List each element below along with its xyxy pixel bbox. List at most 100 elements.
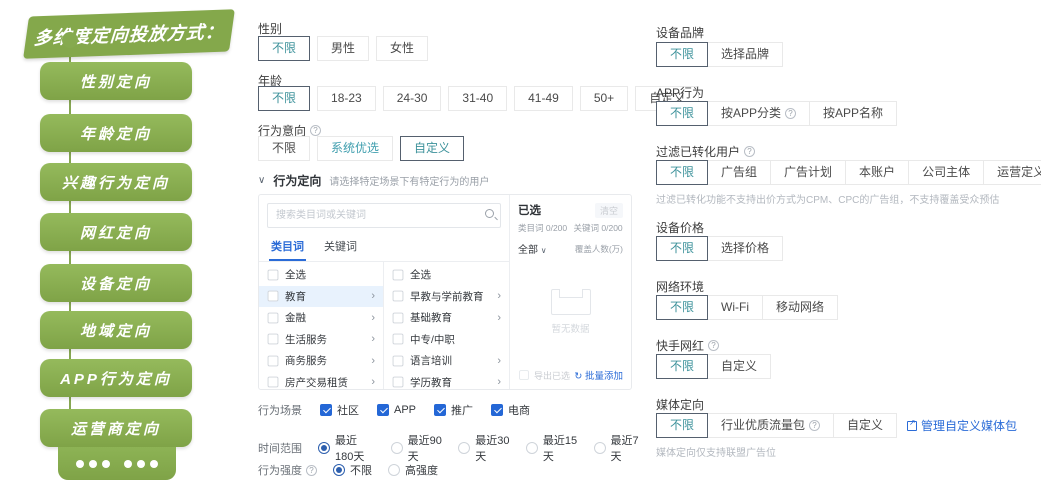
tree-row-education[interactable]: 教育 › [259, 286, 383, 308]
gender-option-unlimited[interactable]: 不限 [258, 36, 310, 61]
checkbox[interactable] [268, 291, 279, 302]
checkbox[interactable] [393, 355, 404, 366]
tree-row-select-all[interactable]: 全选 [259, 264, 383, 286]
age-option-unlimited[interactable]: 不限 [258, 86, 310, 111]
search-input[interactable] [267, 203, 501, 228]
time-option-90d[interactable]: 最近90天 [391, 432, 443, 464]
sidebar-item-device[interactable]: 设备定向 [40, 264, 192, 302]
tree-row-real-estate[interactable]: 房产交易租赁 › [259, 372, 383, 390]
checkbox[interactable] [268, 312, 279, 323]
sidebar-item-app-behavior[interactable]: APP行为定向 [40, 359, 192, 397]
filter-product-name[interactable]: 运营定义产品名 [983, 160, 1041, 185]
search-icon[interactable] [485, 209, 494, 218]
tree-row-academic-education[interactable]: 学历教育 › [384, 372, 509, 390]
influencer-unlimited[interactable]: 不限 [656, 354, 708, 379]
time-option-180d[interactable]: 最近180天 [318, 432, 375, 464]
device-price-unlimited[interactable]: 不限 [656, 236, 708, 261]
app-behavior-unlimited[interactable]: 不限 [656, 101, 708, 126]
radio-selected[interactable] [333, 464, 345, 476]
checkbox[interactable] [393, 291, 404, 302]
radio[interactable] [391, 442, 403, 454]
behavior-section-header[interactable]: ∨ 行为定向 请选择特定场景下有特定行为的用户 [258, 172, 489, 189]
checkbox[interactable] [268, 334, 279, 345]
network-wifi[interactable]: Wi-Fi [707, 295, 763, 320]
network-mobile[interactable]: 移动网络 [762, 295, 838, 320]
media-industry-traffic[interactable]: 行业优质流量包 [707, 413, 834, 438]
radio[interactable] [388, 464, 400, 476]
info-icon[interactable] [744, 146, 755, 157]
time-option-7d[interactable]: 最近7天 [594, 432, 641, 464]
checkbox[interactable] [519, 370, 529, 380]
intensity-option-unlimited[interactable]: 不限 [333, 462, 372, 478]
scene-option-ecommerce[interactable]: 电商 [491, 402, 530, 418]
intent-option-custom[interactable]: 自定义 [400, 136, 464, 161]
filter-company[interactable]: 公司主体 [908, 160, 984, 185]
info-icon[interactable] [306, 465, 317, 476]
filter-ad-group[interactable]: 广告组 [707, 160, 771, 185]
app-behavior-by-category[interactable]: 按APP分类 [707, 101, 810, 126]
filter-ad-plan[interactable]: 广告计划 [770, 160, 846, 185]
checkbox-checked[interactable] [377, 404, 389, 416]
tree-row-business-services[interactable]: 商务服务 › [259, 350, 383, 372]
checkbox-checked[interactable] [320, 404, 332, 416]
time-option-15d[interactable]: 最近15天 [526, 432, 578, 464]
scene-option-app[interactable]: APP [377, 404, 416, 416]
tree-row-vocational[interactable]: 中专/中职 [384, 329, 509, 351]
age-option-41-49[interactable]: 41-49 [514, 86, 573, 111]
radio[interactable] [594, 442, 606, 454]
manage-media-package-link[interactable]: 管理自定义媒体包 [907, 413, 1017, 438]
gender-option-female[interactable]: 女性 [376, 36, 428, 61]
sidebar-item-influencer[interactable]: 网红定向 [40, 213, 192, 251]
sidebar-item-region[interactable]: 地域定向 [40, 311, 192, 349]
sidebar-item-gender[interactable]: 性别定向 [40, 62, 192, 100]
checkbox[interactable] [268, 355, 279, 366]
tree-row-early-education[interactable]: 早教与学前教育 › [384, 286, 509, 308]
age-option-50plus[interactable]: 50+ [580, 86, 628, 111]
network-unlimited[interactable]: 不限 [656, 295, 708, 320]
filter-account[interactable]: 本账户 [845, 160, 909, 185]
checkbox-checked[interactable] [491, 404, 503, 416]
clear-button[interactable]: 清空 [595, 203, 623, 218]
scene-option-promotion[interactable]: 推广 [434, 402, 473, 418]
device-brand-select[interactable]: 选择品牌 [707, 42, 783, 67]
checkbox[interactable] [393, 334, 404, 345]
checkbox[interactable] [268, 269, 279, 280]
influencer-custom[interactable]: 自定义 [707, 354, 771, 379]
export-selected-checkbox[interactable]: 导出已选 [518, 369, 570, 382]
age-option-24-30[interactable]: 24-30 [383, 86, 442, 111]
sidebar-item-age[interactable]: 年龄定向 [40, 114, 192, 152]
radio-selected[interactable] [318, 442, 330, 454]
age-option-31-40[interactable]: 31-40 [448, 86, 507, 111]
sidebar-item-interest[interactable]: 兴趣行为定向 [40, 163, 192, 201]
radio[interactable] [458, 442, 470, 454]
tree-row-basic-education[interactable]: 基础教育 › [384, 307, 509, 329]
intent-option-unlimited[interactable]: 不限 [258, 136, 310, 161]
checkbox[interactable] [393, 377, 404, 388]
info-icon[interactable] [809, 420, 820, 431]
filter-unlimited[interactable]: 不限 [656, 160, 708, 185]
tab-category-words[interactable]: 类目词 [269, 234, 306, 261]
tree-row-finance[interactable]: 金融 › [259, 307, 383, 329]
device-price-select[interactable]: 选择价格 [707, 236, 783, 261]
tree-row-select-all[interactable]: 全选 [384, 264, 509, 286]
intent-option-system[interactable]: 系统优选 [317, 136, 393, 161]
info-icon[interactable] [708, 340, 719, 351]
info-icon[interactable] [785, 108, 796, 119]
info-icon[interactable] [310, 125, 321, 136]
filter-all-dropdown[interactable]: 全部 ∨ [518, 241, 547, 256]
checkbox[interactable] [393, 312, 404, 323]
tree-row-life-services[interactable]: 生活服务 › [259, 329, 383, 351]
checkbox[interactable] [268, 377, 279, 388]
tree-row-language-training[interactable]: 语言培训 › [384, 350, 509, 372]
sidebar-item-carrier[interactable]: 运营商定向 [40, 409, 192, 447]
radio[interactable] [526, 442, 538, 454]
gender-option-male[interactable]: 男性 [317, 36, 369, 61]
batch-add-button[interactable]: ↻ 批量添加 [574, 368, 623, 382]
tab-keywords[interactable]: 关键词 [322, 234, 359, 261]
scene-option-community[interactable]: 社区 [320, 402, 359, 418]
app-behavior-by-name[interactable]: 按APP名称 [809, 101, 897, 126]
intensity-option-high[interactable]: 高强度 [388, 462, 438, 478]
checkbox-checked[interactable] [434, 404, 446, 416]
device-brand-unlimited[interactable]: 不限 [656, 42, 708, 67]
media-unlimited[interactable]: 不限 [656, 413, 708, 438]
